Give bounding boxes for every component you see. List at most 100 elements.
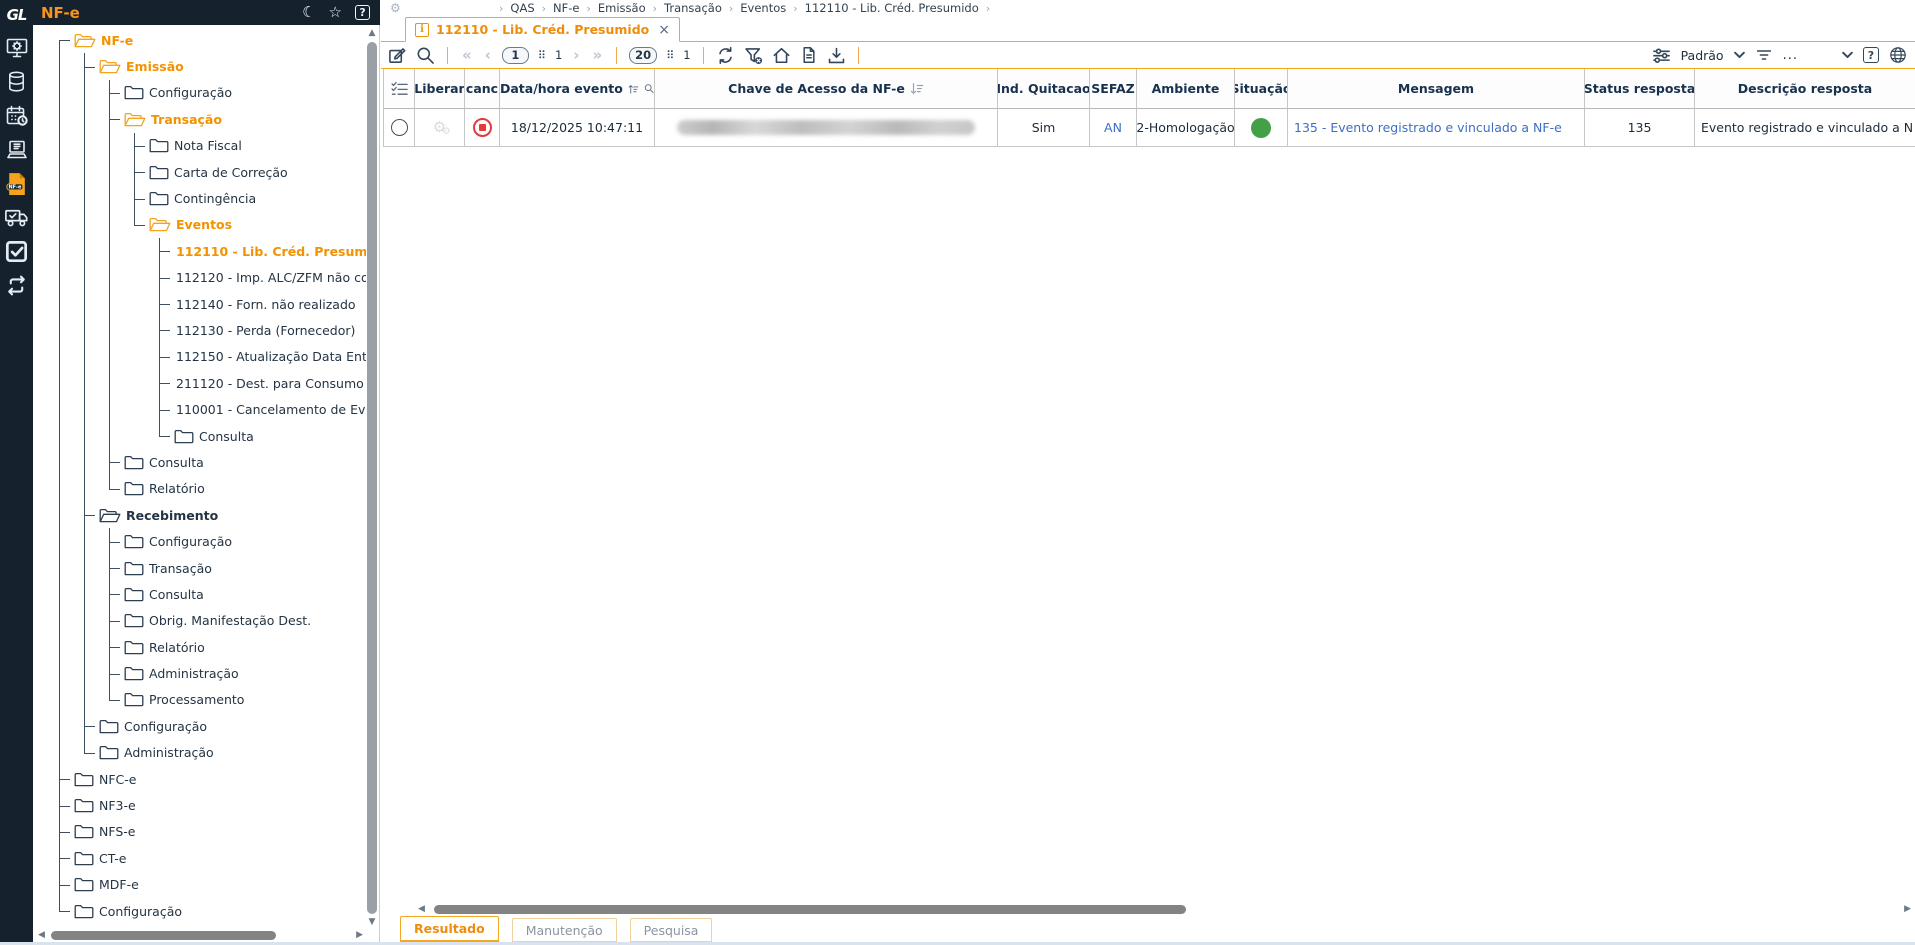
tree-hscroll-thumb[interactable] — [50, 931, 276, 940]
sort-asc-icon[interactable] — [628, 82, 639, 96]
tree-item[interactable]: Transação — [33, 106, 366, 133]
tree-item[interactable]: NF-e — [33, 27, 366, 54]
close-icon[interactable]: × — [658, 22, 670, 38]
tree-vertical-scrollbar[interactable]: ▲ ▼ — [366, 29, 378, 927]
view-chevron-down-icon[interactable] — [1733, 51, 1745, 59]
grid-hscroll-thumb[interactable] — [433, 904, 1186, 914]
next-page-icon[interactable]: › — [571, 47, 581, 63]
liberar-gears-icon[interactable]: ⚙ ⚙ — [433, 120, 451, 137]
tree-item[interactable]: 112140 - Forn. não realizado — [33, 290, 366, 318]
tree-item[interactable]: Consulta — [33, 581, 366, 608]
tree-horizontal-scrollbar[interactable]: ◀ ▶ — [38, 930, 363, 941]
size-drag-handle-icon[interactable]: ⠿ — [666, 50, 674, 61]
scroll-left-icon[interactable]: ◀ — [418, 904, 425, 914]
tab-manutencao[interactable]: Manutenção — [511, 918, 617, 942]
table-row[interactable]: ⚙ ⚙ 18/12/2025 10:47:11 Sim AN 2-Homologa… — [383, 109, 1915, 147]
refresh-icon[interactable] — [716, 46, 735, 65]
dark-mode-moon-icon[interactable]: ☾ — [302, 5, 315, 20]
first-page-icon[interactable]: « — [460, 47, 474, 63]
scroll-right-icon[interactable]: ▶ — [356, 931, 363, 940]
breadcrumb-item[interactable]: 112110 - Lib. Créd. Presumido — [805, 1, 979, 15]
breadcrumb-item[interactable]: QAS — [510, 1, 534, 15]
tree-item[interactable]: 112130 - Perda (Fornecedor) — [33, 317, 366, 345]
clear-filter-icon[interactable] — [744, 46, 763, 65]
tree-item[interactable]: Configuração — [33, 528, 366, 556]
schedule-icon[interactable] — [4, 103, 29, 128]
transfer-arrows-icon[interactable] — [4, 273, 29, 298]
tab-resultado[interactable]: Resultado — [400, 916, 499, 942]
col-mensagem[interactable]: Mensagem — [1288, 69, 1585, 109]
scroll-left-icon[interactable]: ◀ — [38, 931, 45, 940]
filter-lines-icon[interactable] — [1755, 46, 1773, 64]
tree-item[interactable]: Configuração — [33, 897, 366, 924]
tree-item[interactable]: 110001 - Cancelamento de Even — [33, 396, 366, 424]
cancel-stop-icon[interactable] — [472, 118, 492, 137]
current-page-input[interactable]: 1 — [501, 46, 529, 64]
tree-item[interactable]: Configuração — [33, 713, 366, 740]
view-selector[interactable]: Padrão — [1681, 48, 1724, 63]
help-icon[interactable]: ? — [355, 5, 370, 20]
col-situacao[interactable]: Situação — [1235, 69, 1288, 109]
page-size-input[interactable]: 20 — [629, 46, 658, 64]
gl-logo[interactable]: GL — [7, 4, 28, 26]
favorite-star-icon[interactable]: ☆ — [329, 5, 342, 20]
row-select-radio[interactable] — [390, 119, 408, 136]
page-drag-handle-icon[interactable]: ⠿ — [538, 50, 546, 61]
tree-item[interactable]: Eventos — [33, 211, 366, 239]
search-icon[interactable] — [416, 46, 435, 65]
edit-icon[interactable] — [388, 46, 407, 65]
tree-item[interactable]: Administração — [33, 739, 366, 767]
tree-item[interactable]: 112120 - Imp. ALC/ZFM não con — [33, 264, 366, 292]
tree-item[interactable]: Consulta — [33, 422, 366, 450]
col-descricao-resposta[interactable]: Descrição resposta — [1695, 69, 1915, 109]
tree-item[interactable]: Relatório — [33, 633, 366, 661]
breadcrumb-item[interactable]: Transação — [664, 1, 722, 15]
scroll-right-icon[interactable]: ▶ — [1904, 904, 1911, 914]
select-all-checklist-icon[interactable] — [383, 69, 415, 109]
document-icon[interactable] — [800, 46, 818, 64]
col-status-resposta[interactable]: Status resposta — [1585, 69, 1695, 109]
tree-item[interactable]: Contingência — [33, 185, 366, 213]
sefaz-link[interactable]: AN — [1104, 120, 1122, 135]
col-ambiente[interactable]: Ambiente — [1137, 69, 1235, 109]
mensagem-link[interactable]: 135 - Evento registrado e vinculado a NF… — [1294, 120, 1562, 135]
help-icon[interactable]: ? — [1863, 47, 1879, 63]
nfe-file-icon[interactable]: NF-e — [4, 171, 29, 196]
tree-item[interactable]: 112150 - Atualização Data Entre — [33, 343, 366, 371]
sort-desc-icon[interactable] — [910, 82, 924, 96]
tree-item[interactable]: 112110 - Lib. Créd. Presumido — [33, 238, 366, 265]
tree-item[interactable]: CT-e — [33, 845, 366, 872]
laptop-document-icon[interactable] — [4, 137, 29, 162]
tree-item[interactable]: Administração — [33, 660, 366, 688]
column-search-icon[interactable] — [644, 82, 654, 95]
panel-chevron-down-icon[interactable] — [1842, 51, 1853, 59]
tree-item[interactable]: Consulta — [33, 449, 366, 477]
tree-item[interactable]: Carta de Correção — [33, 158, 366, 186]
last-page-icon[interactable]: » — [590, 47, 604, 63]
column-settings-icon[interactable] — [1652, 46, 1671, 65]
breadcrumb-item[interactable]: Emissão — [598, 1, 646, 15]
col-chave[interactable]: Chave de Acesso da NF-e — [655, 69, 998, 109]
grid-horizontal-scrollbar[interactable]: ◀ ▶ — [418, 903, 1911, 915]
tree-vscroll-thumb[interactable] — [367, 42, 377, 914]
tree-item[interactable]: MDF-e — [33, 871, 366, 899]
database-icon[interactable] — [4, 69, 29, 94]
breadcrumb-gear-icon[interactable]: ⚙ — [390, 1, 401, 15]
tree-item[interactable]: Emissão — [33, 53, 366, 81]
more-options[interactable]: ... — [1783, 48, 1798, 63]
tab-pesquisa[interactable]: Pesquisa — [629, 918, 713, 942]
col-data-hora[interactable]: Data/hora evento — [500, 69, 655, 109]
tree-item[interactable]: Relatório — [33, 475, 366, 503]
tree-item[interactable]: Transação — [33, 554, 366, 582]
tree-item[interactable]: NF3-e — [33, 792, 366, 820]
scroll-down-icon[interactable]: ▼ — [369, 918, 376, 927]
truck-check-icon[interactable] — [4, 205, 29, 230]
breadcrumb-item[interactable]: NF-e — [553, 1, 579, 15]
download-icon[interactable] — [827, 46, 846, 65]
scroll-up-icon[interactable]: ▲ — [369, 29, 376, 38]
tree-item[interactable]: Obrig. Manifestação Dest. — [33, 607, 366, 635]
globe-icon[interactable] — [1889, 46, 1907, 64]
home-icon[interactable] — [772, 46, 791, 65]
tree-item[interactable]: NFC-e — [33, 765, 366, 793]
tree-item[interactable]: Recebimento — [33, 502, 366, 529]
